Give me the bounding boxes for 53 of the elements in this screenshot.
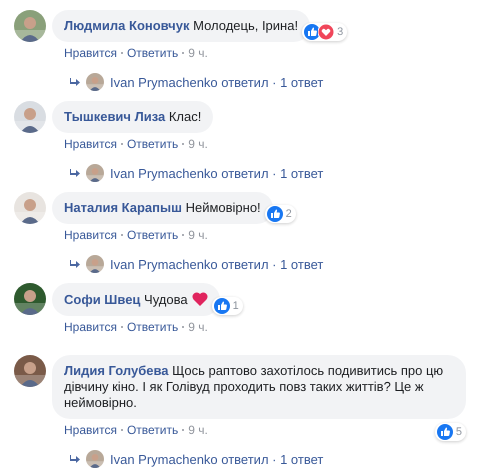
like-link[interactable]: Нравится	[64, 422, 117, 438]
comment-text: Тышкевич Лиза Клас!	[64, 109, 202, 124]
separator-dot	[182, 234, 184, 236]
heart-icon	[318, 24, 334, 40]
replies-link[interactable]: Ivan Prymachenko ответил · 1 ответ	[110, 256, 324, 272]
separator-dot	[182, 326, 184, 328]
reply-link[interactable]: Ответить	[126, 45, 178, 61]
author-name[interactable]: Людмила Коновчук	[64, 18, 190, 33]
replies-link[interactable]: Ivan Prymachenko ответил · 1 ответ	[110, 452, 324, 466]
reply-link[interactable]: Ответить	[126, 319, 178, 335]
reply-link[interactable]: Ответить	[126, 227, 178, 243]
like-link[interactable]: Нравится	[64, 45, 117, 61]
separator-dot	[120, 52, 123, 54]
separator-dot	[120, 143, 123, 145]
comment-time: 9 ч.	[188, 227, 208, 243]
reaction-count: 5	[456, 426, 462, 438]
thumbs-up-icon	[436, 424, 453, 440]
separator-dot	[182, 429, 184, 431]
heart-icon	[192, 291, 208, 306]
comment-text: Наталия Карапыш Неймовірно!	[64, 200, 261, 215]
reply-link[interactable]: Ответить	[126, 422, 178, 438]
like-link[interactable]: Нравится	[64, 136, 117, 152]
reply-arrow-icon	[70, 169, 80, 177]
separator-dot	[182, 52, 184, 54]
replies-link[interactable]: Ivan Prymachenko ответил · 1 ответ	[110, 166, 324, 180]
comment-time: 9 ч.	[188, 422, 208, 438]
comment-text: Софи Швец Чудова	[64, 292, 188, 307]
reply-arrow-icon	[70, 455, 80, 463]
thumbs-up-icon	[304, 24, 320, 40]
reaction-count: 1	[232, 300, 239, 312]
reaction-count: 2	[286, 208, 292, 220]
separator-dot	[120, 326, 123, 328]
thumbs-up-icon	[214, 298, 230, 314]
separator-dot	[120, 429, 123, 431]
reply-arrow-icon	[70, 78, 80, 86]
like-link[interactable]: Нравится	[64, 319, 117, 335]
comment-time: 9 ч.	[188, 319, 208, 335]
author-name[interactable]: Лидия Голубева	[64, 363, 169, 378]
separator-dot	[182, 143, 184, 145]
reply-link[interactable]: Ответить	[126, 136, 178, 152]
comment-time: 9 ч.	[188, 136, 208, 152]
author-name[interactable]: Тышкевич Лиза	[64, 109, 166, 124]
thumbs-up-icon	[266, 206, 283, 222]
reply-arrow-icon	[70, 260, 80, 268]
separator-dot	[120, 234, 123, 236]
comment-time: 9 ч.	[188, 45, 208, 61]
reaction-count: 3	[337, 26, 344, 38]
author-name[interactable]: Софи Швец	[64, 292, 140, 307]
author-name[interactable]: Наталия Карапыш	[64, 200, 182, 215]
replies-link[interactable]: Ivan Prymachenko ответил · 1 ответ	[110, 74, 324, 90]
comment-text: Лидия Голубева Щось раптово захотілось подивитись про цю дівчину кіно. І як Голівуд проходить повз таких життів? Це ж неймовірно.	[64, 363, 444, 410]
like-link[interactable]: Нравится	[64, 227, 117, 243]
comment-text: Людмила Коновчук Молодець, Ірина!	[64, 18, 298, 33]
